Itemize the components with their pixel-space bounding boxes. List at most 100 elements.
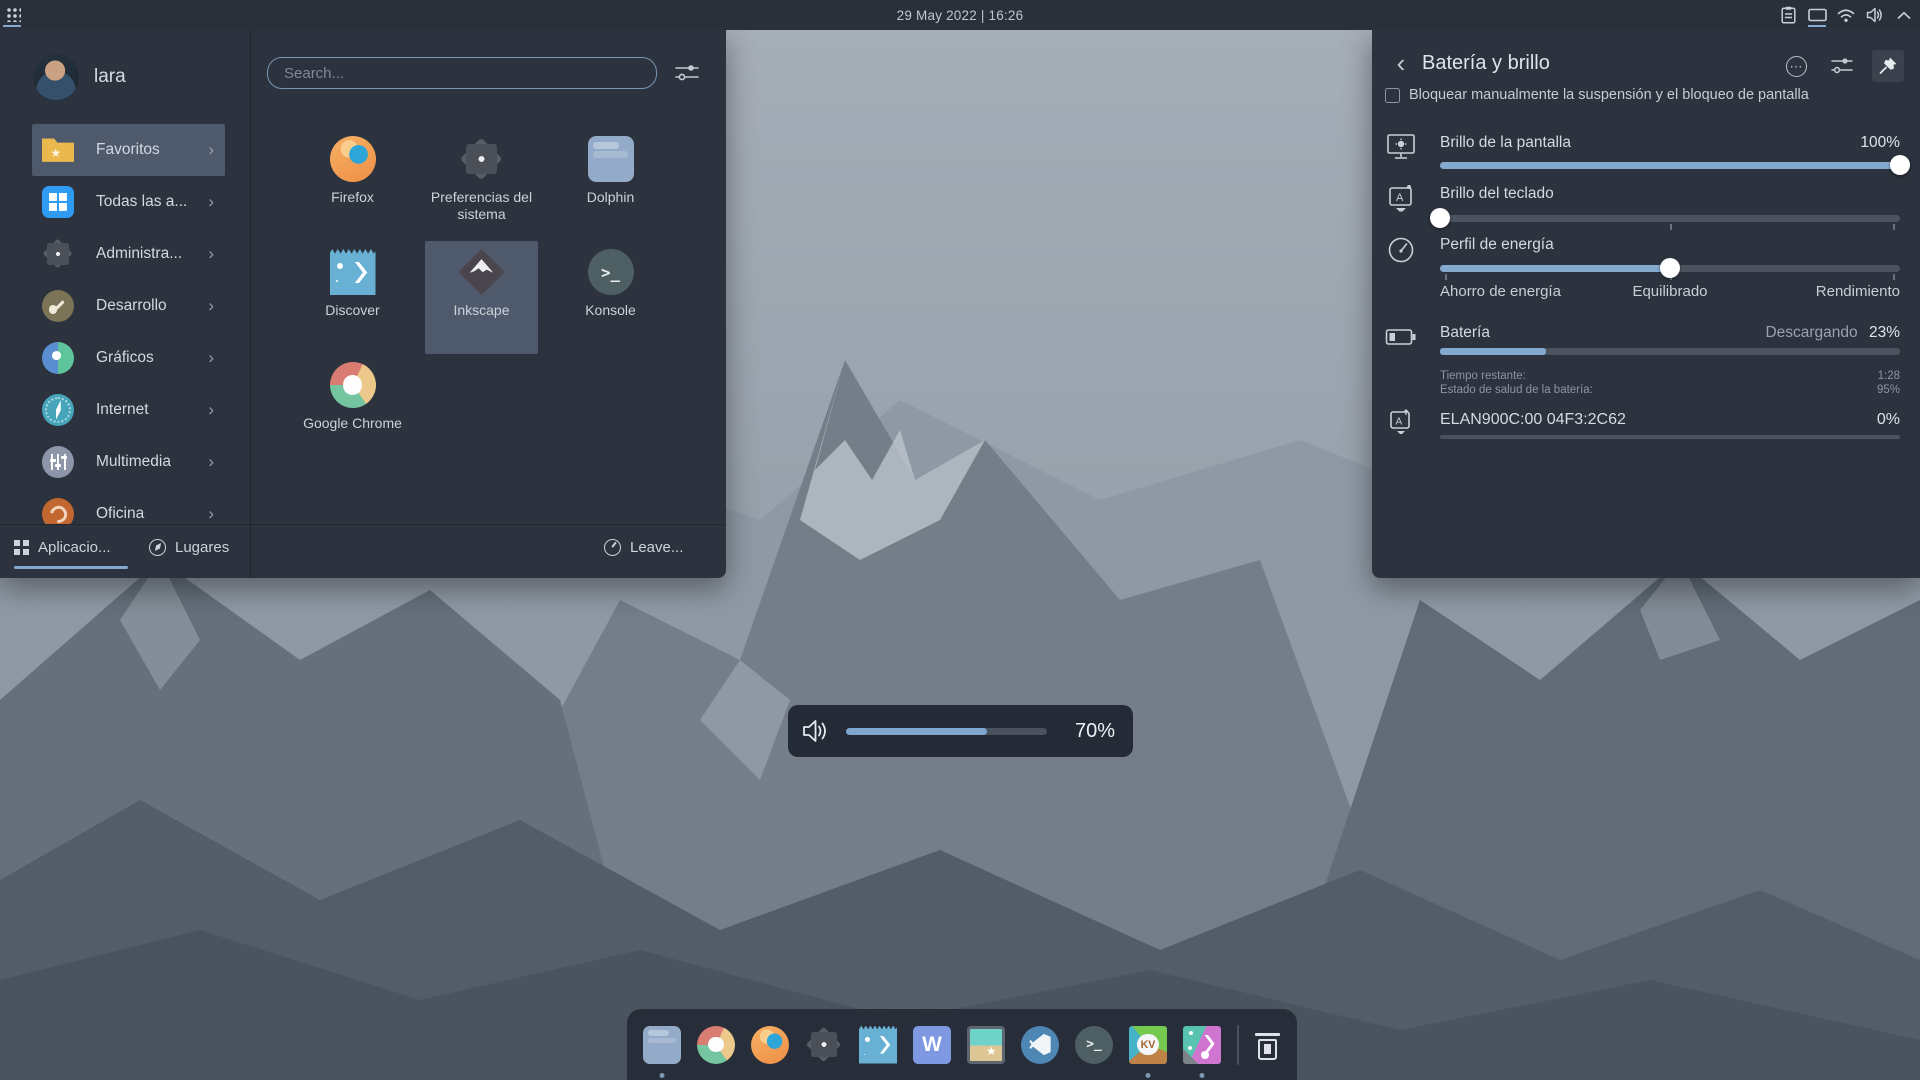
display-icon[interactable] — [1807, 2, 1827, 28]
app-label: Google Chrome — [299, 415, 406, 432]
chevron-right-icon: › — [208, 296, 214, 316]
checkbox[interactable] — [1385, 88, 1400, 103]
search-input[interactable] — [267, 57, 657, 89]
app-item[interactable]: Google Chrome — [296, 354, 409, 467]
category-item[interactable]: Desarrollo › — [32, 280, 225, 332]
audio-volume-icon[interactable] — [1865, 2, 1885, 28]
dock-app-icon[interactable] — [751, 1009, 789, 1080]
dock-app-icon[interactable] — [1075, 1009, 1113, 1080]
dock-app-icon[interactable] — [805, 1009, 843, 1080]
app-item[interactable]: Firefox — [296, 128, 409, 241]
svg-text:A: A — [1396, 417, 1403, 428]
category-item[interactable]: Todas las a... › — [32, 176, 225, 228]
power-profile-slider[interactable] — [1440, 258, 1900, 278]
screen-brightness-icon — [1384, 130, 1418, 164]
category-label: Internet — [96, 401, 149, 419]
dock-app-icon[interactable] — [643, 1009, 681, 1080]
leave-label: Leave... — [630, 539, 683, 556]
dock-app-icon[interactable] — [859, 1009, 897, 1080]
battery-label: Batería — [1440, 324, 1490, 342]
dock-app-icon[interactable] — [697, 1009, 735, 1080]
app-label: Discover — [299, 302, 406, 319]
category-label: Multimedia — [96, 453, 171, 471]
tab-label: Lugares — [175, 539, 229, 556]
battery-time-row: Tiempo restante: 1:28 — [1440, 370, 1900, 382]
battery-progressbar — [1440, 348, 1900, 355]
battery-status-text: Descargando — [1765, 324, 1857, 341]
top-panel: 29 May 2022 | 16:26 — [0, 0, 1920, 30]
screen-brightness-slider[interactable] — [1440, 155, 1900, 175]
category-label: Todas las a... — [96, 193, 187, 211]
battery-percent-text: 23% — [1869, 324, 1900, 341]
dock-app-icon[interactable] — [913, 1009, 951, 1080]
leave-button[interactable]: Leave... — [604, 525, 683, 569]
profile-balanced[interactable]: Equilibrado — [1593, 283, 1746, 300]
back-button[interactable]: ‹ — [1388, 48, 1414, 78]
clock[interactable]: 29 May 2022 | 16:26 — [0, 0, 1920, 30]
profile-performance[interactable]: Rendimiento — [1747, 283, 1900, 300]
clipboard-icon[interactable] — [1778, 2, 1798, 28]
chevron-right-icon: › — [208, 504, 214, 524]
slider-knob[interactable] — [1430, 208, 1450, 228]
keyboard-brightness-slider[interactable] — [1440, 208, 1900, 228]
user-header[interactable]: lara — [0, 44, 250, 110]
peripheral-progressbar — [1440, 435, 1900, 439]
time-remaining-label: Tiempo restante: — [1440, 370, 1526, 382]
time-remaining-value: 1:28 — [1878, 370, 1900, 382]
category-item[interactable]: Oficina › — [32, 488, 225, 524]
battery-icon — [1384, 320, 1418, 354]
app-item[interactable]: Konsole — [554, 241, 667, 354]
keyboard-brightness-icon: A — [1384, 182, 1418, 216]
category-label: Oficina — [96, 505, 144, 523]
category-list: Favoritos › Todas las a... › Administra.… — [32, 124, 225, 524]
app-item[interactable]: Preferencias del sistema — [425, 128, 538, 241]
user-avatar[interactable] — [33, 54, 79, 100]
chevron-right-icon: › — [208, 244, 214, 264]
running-indicator — [1146, 1073, 1151, 1078]
slider-knob[interactable] — [1890, 155, 1910, 175]
category-item[interactable]: Favoritos › — [32, 124, 225, 176]
app-item[interactable]: Inkscape — [425, 241, 538, 354]
category-label: Desarrollo — [96, 297, 167, 315]
tab-places[interactable]: Lugares — [149, 525, 229, 569]
manual-block-checkbox-row[interactable]: Bloquear manualmente la suspensión y el … — [1385, 87, 1809, 103]
category-icon — [42, 446, 74, 478]
category-item[interactable]: Internet › — [32, 384, 225, 436]
dock-app-icon[interactable] — [1129, 1009, 1167, 1080]
configure-icon[interactable] — [1826, 50, 1858, 82]
app-icon — [1021, 1026, 1059, 1064]
app-icon — [459, 136, 505, 182]
category-item[interactable]: Multimedia › — [32, 436, 225, 488]
category-item[interactable]: Gráficos › — [32, 332, 225, 384]
screen-brightness-label: Brillo de la pantalla — [1440, 134, 1571, 152]
overflow-status-icon[interactable]: ⋯ — [1780, 50, 1812, 82]
pin-icon[interactable] — [1872, 50, 1904, 82]
menu-footer: Aplicacio... Lugares Leave... — [0, 525, 726, 578]
screen-brightness-value: 100% — [1860, 134, 1900, 152]
running-indicator — [660, 1073, 665, 1078]
category-item[interactable]: Administra... › — [32, 228, 225, 280]
dock-app-icon[interactable] — [967, 1009, 1005, 1080]
peripheral-battery-icon: A — [1384, 405, 1418, 439]
panel-header-icons: ⋯ — [1780, 50, 1904, 82]
power-profile-icon — [1384, 233, 1418, 267]
app-icon — [330, 136, 376, 182]
dock-app-icon[interactable] — [1021, 1009, 1059, 1080]
configure-filters-icon[interactable] — [674, 61, 700, 85]
wifi-icon[interactable] — [1836, 2, 1856, 28]
active-tab-underline — [14, 566, 128, 569]
tab-applications[interactable]: Aplicacio... — [14, 525, 111, 569]
expand-tray-chevron-up-icon[interactable] — [1894, 2, 1914, 28]
profile-powersave[interactable]: Ahorro de energía — [1440, 283, 1593, 300]
app-item[interactable]: Dolphin — [554, 128, 667, 241]
app-item[interactable]: Discover — [296, 241, 409, 354]
app-icon — [330, 249, 376, 295]
slider-knob[interactable] — [1660, 258, 1680, 278]
trash-icon[interactable] — [1255, 1030, 1280, 1060]
checkbox-label: Bloquear manualmente la suspensión y el … — [1409, 87, 1809, 103]
app-label: Inkscape — [428, 302, 535, 319]
category-icon — [42, 186, 74, 218]
app-icon — [588, 249, 634, 295]
dock-app-icon[interactable] — [1183, 1009, 1221, 1080]
app-icon — [643, 1026, 681, 1064]
